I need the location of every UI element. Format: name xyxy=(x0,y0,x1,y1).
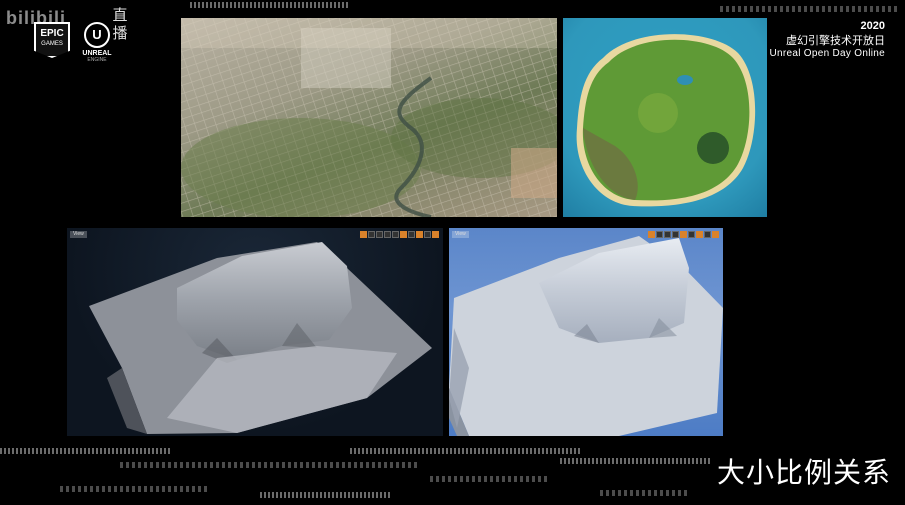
viewport-tab[interactable]: View xyxy=(70,231,87,238)
epic-games-logo: EPIC GAMES xyxy=(34,22,70,58)
unreal-logo-subtext: ENGINE xyxy=(87,57,107,63)
city-aerial-image xyxy=(181,18,557,217)
viewport-tab[interactable]: View xyxy=(452,231,469,238)
terrain-viewport-light[interactable]: View xyxy=(449,228,723,436)
toolbar-icon[interactable] xyxy=(664,231,671,238)
decorative-streak xyxy=(260,492,390,498)
island-illustration xyxy=(576,34,756,207)
slide-caption: 大小比例关系 xyxy=(716,456,891,489)
toolbar-icon[interactable] xyxy=(672,231,679,238)
event-year: 2020 xyxy=(860,20,885,32)
toolbar-icon[interactable] xyxy=(704,231,711,238)
epic-logo-text: EPIC xyxy=(40,28,64,39)
toolbar-icon[interactable] xyxy=(424,231,431,238)
event-title-en: Unreal Open Day Online xyxy=(769,48,885,59)
decorative-streak xyxy=(560,458,710,464)
toolbar-icon[interactable] xyxy=(392,231,399,238)
viewport-toolbar xyxy=(360,231,439,238)
decorative-streak xyxy=(720,6,900,12)
decorative-streak xyxy=(600,490,690,496)
terrain-mesh-render xyxy=(449,236,723,436)
epic-logo-subtext: GAMES xyxy=(41,41,63,47)
unreal-engine-logo: U UNREAL ENGINE xyxy=(78,22,116,63)
event-label: 2020 虚幻引擎技术开放日 Unreal Open Day Online xyxy=(769,20,885,59)
toolbar-icon[interactable] xyxy=(360,231,367,238)
toolbar-icon[interactable] xyxy=(432,231,439,238)
viewport-toolbar xyxy=(648,231,719,238)
island-map-image xyxy=(563,18,767,217)
toolbar-icon[interactable] xyxy=(368,231,375,238)
toolbar-icon[interactable] xyxy=(384,231,391,238)
unreal-mark-icon: U xyxy=(84,22,110,48)
toolbar-icon[interactable] xyxy=(696,231,703,238)
toolbar-icon[interactable] xyxy=(680,231,687,238)
toolbar-icon[interactable] xyxy=(656,231,663,238)
decorative-streak xyxy=(190,2,350,8)
toolbar-icon[interactable] xyxy=(408,231,415,238)
toolbar-icon[interactable] xyxy=(400,231,407,238)
event-title-cn: 虚幻引擎技术开放日 xyxy=(786,34,885,47)
decorative-streak xyxy=(430,476,550,482)
unreal-logo-text: UNREAL xyxy=(82,50,112,57)
toolbar-icon[interactable] xyxy=(648,231,655,238)
decorative-streak xyxy=(60,486,210,492)
decorative-streak xyxy=(120,462,420,468)
toolbar-icon[interactable] xyxy=(376,231,383,238)
toolbar-icon[interactable] xyxy=(712,231,719,238)
city-aerial-illustration xyxy=(181,18,557,217)
decorative-streak xyxy=(0,448,170,454)
toolbar-icon[interactable] xyxy=(688,231,695,238)
terrain-mesh-render xyxy=(89,242,432,434)
toolbar-icon[interactable] xyxy=(416,231,423,238)
decorative-streak xyxy=(350,448,580,454)
terrain-viewport-dark[interactable]: View xyxy=(67,228,443,436)
